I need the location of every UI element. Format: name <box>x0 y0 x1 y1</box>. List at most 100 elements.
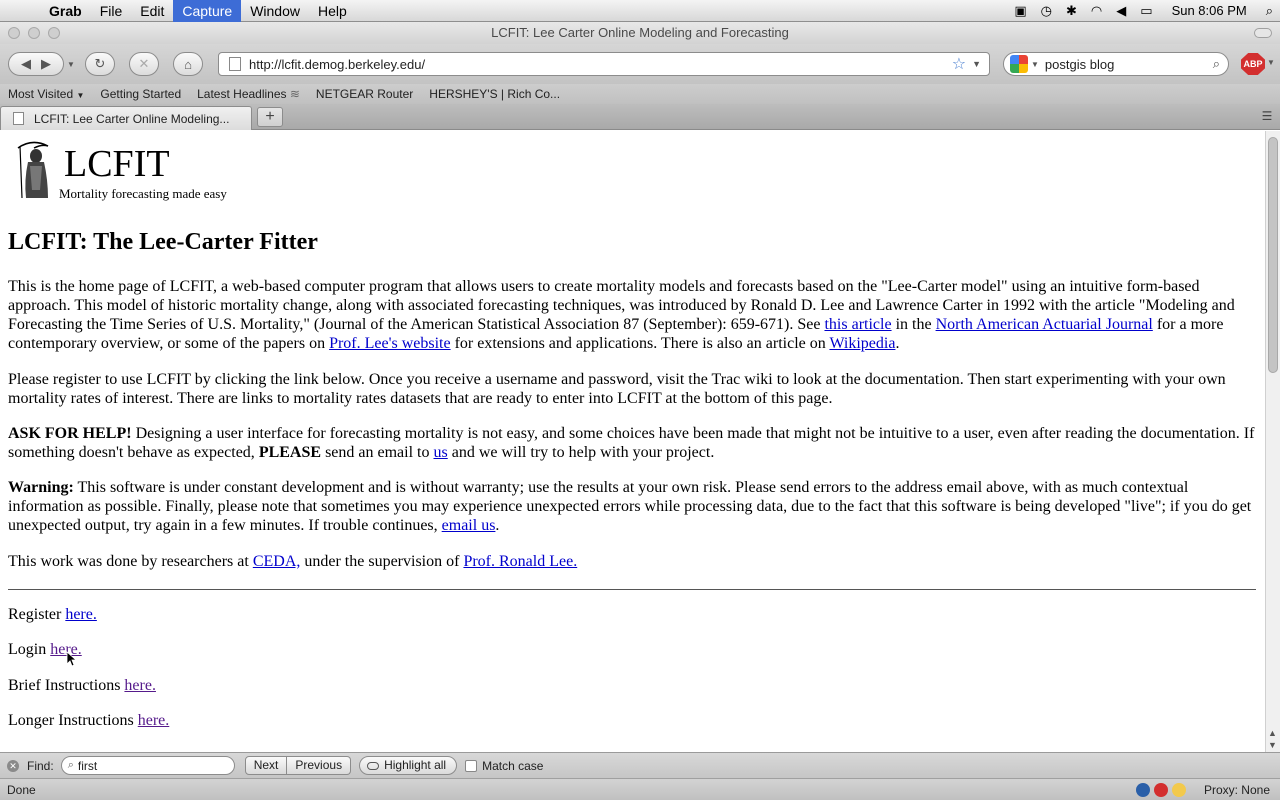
naaj-link[interactable]: North American Actuarial Journal <box>936 316 1153 333</box>
rss-icon: ≋ <box>289 87 300 101</box>
status-bar: Done Proxy: None <box>0 778 1280 800</box>
home-icon: ⌂ <box>184 56 192 72</box>
smiley-icon[interactable] <box>1171 782 1186 797</box>
warning-text: This software is under constant developm… <box>8 479 1252 534</box>
ask-for-help-label: ASK FOR HELP! <box>8 425 132 442</box>
menu-edit[interactable]: Edit <box>131 0 173 22</box>
bookmark-label: Latest Headlines <box>197 87 287 101</box>
wifi-icon[interactable]: ◠ <box>1084 3 1109 19</box>
wikipedia-link[interactable]: Wikipedia <box>829 335 895 352</box>
stop-icon: ✕ <box>138 56 150 71</box>
find-next-button[interactable]: Next <box>244 756 288 775</box>
time-machine-icon[interactable]: ◷ <box>1034 3 1059 19</box>
volume-icon[interactable]: ◀ <box>1109 3 1133 19</box>
search-box[interactable]: ▼ postgis blog ⌕ <box>1003 52 1229 76</box>
adblock-status-icon[interactable] <box>1153 782 1168 797</box>
grim-reaper-logo <box>17 141 49 199</box>
warning-label: Warning: <box>8 479 74 496</box>
bookmark-netgear-router[interactable]: NETGEAR Router <box>308 87 421 101</box>
stop-button[interactable]: ✕ <box>129 52 159 76</box>
forward-icon[interactable]: ▶ <box>41 56 51 72</box>
menu-window[interactable]: Window <box>241 0 309 22</box>
reload-icon: ↻ <box>94 56 106 71</box>
prof-lee-website-link[interactable]: Prof. Lee's website <box>329 335 451 352</box>
bookmark-latest-headlines[interactable]: Latest Headlines ≋ <box>189 87 308 101</box>
zoom-window-button[interactable] <box>48 27 60 39</box>
bookmark-getting-started[interactable]: Getting Started <box>92 87 189 101</box>
bookmark-hersheys[interactable]: HERSHEY'S | Rich Co... <box>421 87 568 101</box>
google-icon[interactable] <box>1010 55 1028 73</box>
adblock-icon[interactable]: ABP <box>1241 53 1265 75</box>
this-article-link[interactable]: this article <box>824 316 891 333</box>
list-all-tabs-icon[interactable]: ☰ <box>1258 109 1276 125</box>
menu-clock[interactable]: Sun 8:06 PM <box>1160 3 1259 18</box>
find-input[interactable]: ⌕ first <box>60 756 235 775</box>
reload-button[interactable]: ↻ <box>85 52 115 76</box>
url-dropdown-icon[interactable]: ▼ <box>972 59 981 69</box>
credits-text: under the supervision of <box>300 553 464 570</box>
new-tab-button[interactable]: + <box>257 107 283 127</box>
find-previous-button[interactable]: Previous <box>287 756 352 775</box>
brief-instructions-line: Brief Instructions here. <box>8 676 156 695</box>
email-us-link[interactable]: us <box>433 444 447 461</box>
find-input-value[interactable]: first <box>78 759 97 773</box>
highlight-icon <box>367 761 380 770</box>
spotlight-icon[interactable]: ⌕ <box>1259 3 1280 19</box>
back-icon[interactable]: ◀ <box>21 56 31 72</box>
bookmarks-toolbar: Most Visited ▼ Getting Started Latest He… <box>0 84 1280 104</box>
scroll-down-icon[interactable]: ▼ <box>1268 740 1277 750</box>
toolbar-toggle-button[interactable] <box>1254 28 1272 38</box>
highlight-all-button[interactable]: Highlight all <box>359 756 458 775</box>
bookmark-star-icon[interactable]: ☆ <box>952 54 966 74</box>
ceda-link[interactable]: CEDA, <box>253 553 301 570</box>
bookmark-label: Most Visited <box>8 87 74 101</box>
tab-lcfit[interactable]: LCFIT: Lee Carter Online Modeling... <box>0 106 252 130</box>
register-link[interactable]: here. <box>65 606 97 623</box>
chevron-down-icon: ▼ <box>76 91 85 100</box>
longer-instructions-link[interactable]: here. <box>138 712 170 729</box>
brief-instructions-label: Brief Instructions <box>8 677 125 694</box>
scrollbar-thumb[interactable] <box>1268 137 1278 373</box>
scroll-up-icon[interactable]: ▲ <box>1268 728 1277 738</box>
extension-icon[interactable] <box>1135 782 1150 797</box>
help-paragraph: ASK FOR HELP! Designing a user interface… <box>8 424 1258 462</box>
close-find-bar-icon[interactable]: ✕ <box>7 759 19 772</box>
page-icon <box>13 112 24 125</box>
credits-paragraph: This work was done by researchers at CED… <box>8 552 1258 571</box>
bluetooth-icon[interactable]: ✱ <box>1059 3 1084 19</box>
home-button[interactable]: ⌂ <box>173 52 203 76</box>
brief-instructions-link[interactable]: here. <box>124 677 156 694</box>
match-case-checkbox[interactable] <box>465 759 478 772</box>
intro-text: for extensions and applications. There i… <box>450 335 830 352</box>
please-label: PLEASE <box>258 444 322 461</box>
menu-help[interactable]: Help <box>309 0 356 22</box>
site-tagline: Mortality forecasting made easy <box>59 186 227 201</box>
close-window-button[interactable] <box>8 27 20 39</box>
battery-icon[interactable]: ▭ <box>1133 3 1159 19</box>
history-dropdown-icon[interactable]: ▼ <box>67 60 75 69</box>
page-icon <box>229 57 241 71</box>
bookmark-most-visited[interactable]: Most Visited ▼ <box>0 87 92 101</box>
back-forward-group: ◀ ▶ <box>8 52 64 76</box>
search-engine-dropdown-icon[interactable]: ▼ <box>1031 60 1039 69</box>
url-text[interactable]: http://lcfit.demog.berkeley.edu/ <box>249 57 425 72</box>
tab-title: LCFIT: Lee Carter Online Modeling... <box>34 111 230 126</box>
register-label: Register <box>8 606 66 623</box>
search-icon[interactable]: ⌕ <box>1213 56 1220 72</box>
page-scrollbar[interactable]: ▲ ▼ <box>1265 131 1280 752</box>
adblock-dropdown-icon[interactable]: ▼ <box>1267 58 1275 67</box>
status-extras: Proxy: None <box>1135 782 1270 797</box>
window-controls <box>8 27 60 39</box>
intro-paragraph: This is the home page of LCFIT, a web-ba… <box>8 277 1258 353</box>
email-us-link[interactable]: email us <box>442 517 496 534</box>
menu-app-name[interactable]: Grab <box>40 0 91 22</box>
search-input[interactable]: postgis blog <box>1045 57 1114 72</box>
proxy-status[interactable]: Proxy: None <box>1204 783 1270 797</box>
url-bar[interactable]: http://lcfit.demog.berkeley.edu/ ☆ ▼ <box>218 52 990 76</box>
credits-text: This work was done by researchers at <box>8 553 253 570</box>
prof-ronald-lee-link[interactable]: Prof. Ronald Lee. <box>463 553 577 570</box>
status-menu-icon[interactable]: ▣ <box>1007 3 1033 19</box>
minimize-window-button[interactable] <box>28 27 40 39</box>
menu-file[interactable]: File <box>91 0 132 22</box>
menu-capture[interactable]: Capture <box>173 0 242 22</box>
